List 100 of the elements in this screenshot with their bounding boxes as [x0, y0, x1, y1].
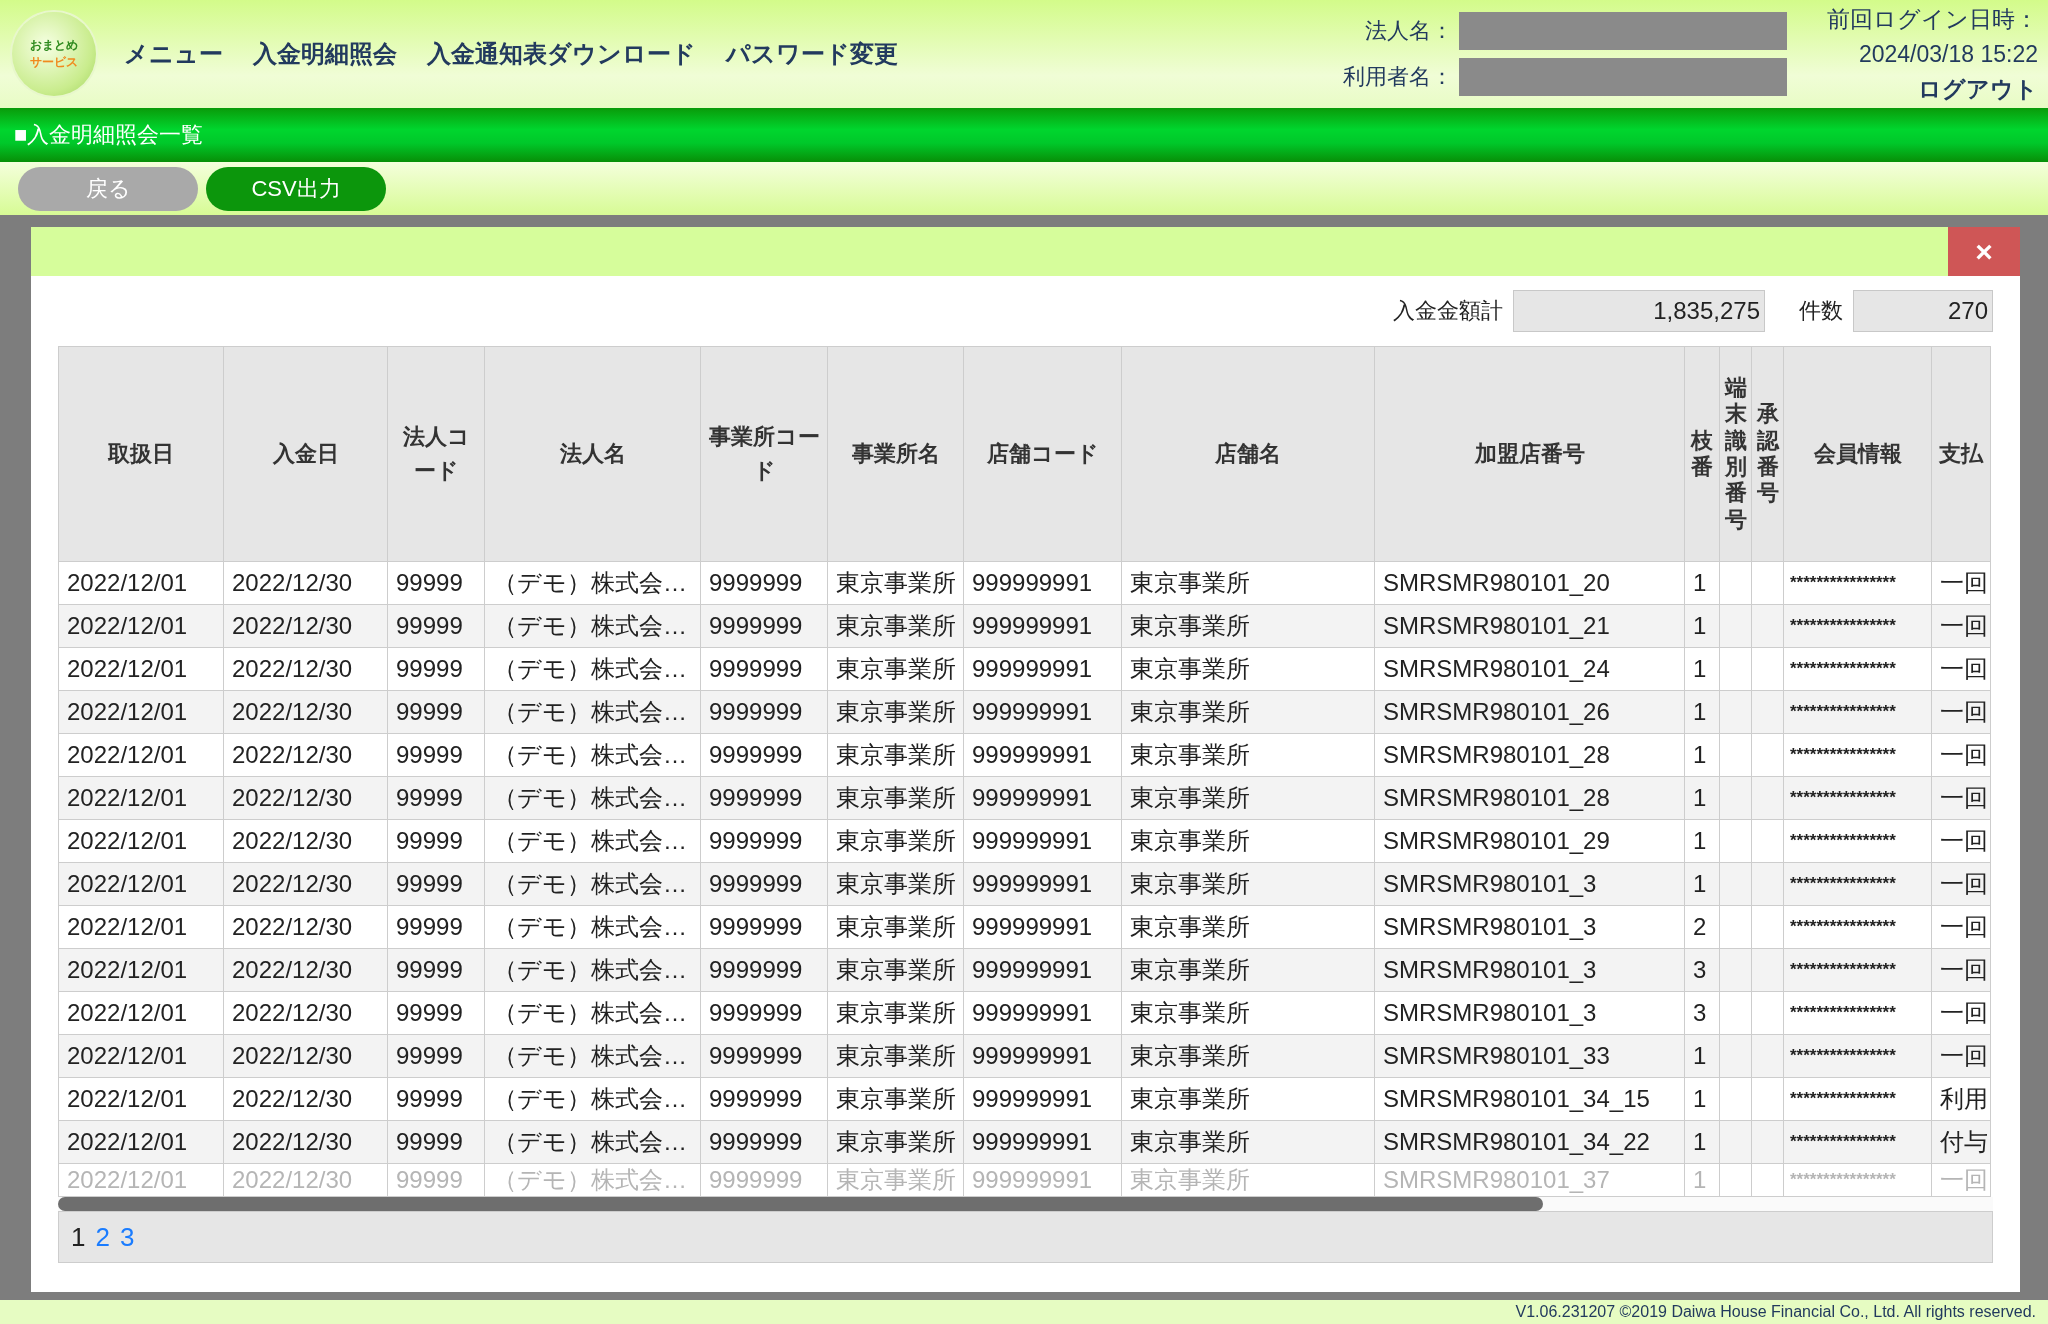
table-cell: 2022/12/30: [223, 948, 388, 992]
copyright-text: V1.06.231207 ©2019 Daiwa House Financial Co., Ltd. All rights reserved.: [1515, 1303, 2036, 1321]
table-cell: 999999991: [963, 905, 1122, 949]
table-cell: 9999999: [700, 1077, 828, 1121]
table-cell: 一回: [1931, 948, 1991, 992]
table-cell: 999999991: [963, 690, 1122, 734]
table-cell: 1: [1684, 1120, 1720, 1164]
table-cell: 9999999: [700, 690, 828, 734]
table-cell: ****************: [1783, 905, 1932, 949]
table-cell: 東京事業所: [1121, 1163, 1375, 1197]
logo[interactable]: おまとめ サービス: [12, 12, 96, 96]
table-cell: 2022/12/01: [58, 690, 224, 734]
table-cell: 1: [1684, 776, 1720, 820]
table-cell: 9999999: [700, 604, 828, 648]
table-cell: ****************: [1783, 690, 1932, 734]
table-cell: （デモ）株式会…: [484, 1077, 701, 1121]
table-cell: （デモ）株式会…: [484, 776, 701, 820]
table-cell: 一回: [1931, 862, 1991, 906]
column-header: 事業所コード: [700, 346, 828, 562]
table-cell: 2022/12/01: [58, 1163, 224, 1197]
table-cell: SMRSMR980101_24: [1374, 647, 1685, 691]
table-cell: 東京事業所: [1121, 991, 1375, 1035]
table-cell: 999999991: [963, 776, 1122, 820]
table-cell: 99999: [387, 819, 485, 863]
table-cell: （デモ）株式会…: [484, 1120, 701, 1164]
close-button[interactable]: ×: [1948, 227, 2020, 276]
table-cell: 9999999: [700, 561, 828, 605]
nav-link[interactable]: 入金通知表ダウンロード: [427, 38, 696, 70]
logout-link[interactable]: ログアウト: [1918, 73, 2038, 105]
table-cell: SMRSMR980101_26: [1374, 690, 1685, 734]
table-cell: 東京事業所: [827, 862, 964, 906]
total-field: 270: [1853, 290, 1993, 332]
scrollbar-thumb[interactable]: [58, 1197, 1543, 1211]
table-cell: 99999: [387, 604, 485, 648]
table-cell: 2022/12/30: [223, 690, 388, 734]
table-cell: 99999: [387, 1034, 485, 1078]
table-cell: 1: [1684, 1077, 1720, 1121]
page-link[interactable]: 1: [71, 1221, 86, 1253]
table-cell: 1: [1684, 561, 1720, 605]
table-cell: 東京事業所: [827, 819, 964, 863]
table-cell: 2022/12/30: [223, 1034, 388, 1078]
table-cell: 一回: [1931, 991, 1991, 1035]
table-cell: 2022/12/30: [223, 1120, 388, 1164]
table-cell: 99999: [387, 862, 485, 906]
nav-link[interactable]: 入金明細照会: [253, 38, 397, 70]
table-cell: 2022/12/01: [58, 647, 224, 691]
table-cell: 9999999: [700, 862, 828, 906]
table-cell: 999999991: [963, 647, 1122, 691]
table-cell: 東京事業所: [827, 776, 964, 820]
table-cell: 一回: [1931, 1034, 1991, 1078]
table-cell: （デモ）株式会…: [484, 1034, 701, 1078]
table-cell: 東京事業所: [827, 561, 964, 605]
nav-link[interactable]: メニュー: [124, 38, 223, 70]
table-cell: 東京事業所: [1121, 1077, 1375, 1121]
table-cell: 999999991: [963, 604, 1122, 648]
table-cell: （デモ）株式会…: [484, 862, 701, 906]
table-cell: 9999999: [700, 1163, 828, 1197]
table-cell: ****************: [1783, 948, 1932, 992]
last-login-label: 前回ログイン日時：: [1827, 4, 2038, 34]
table-cell: 9999999: [700, 905, 828, 949]
table-cell: 1: [1684, 862, 1720, 906]
table-cell: 3: [1684, 991, 1720, 1035]
table-cell: 2022/12/01: [58, 1120, 224, 1164]
table-cell: 東京事業所: [1121, 905, 1375, 949]
table-cell: ****************: [1783, 1077, 1932, 1121]
table-cell: 東京事業所: [827, 647, 964, 691]
table-cell: 999999991: [963, 1120, 1122, 1164]
table-cell: 東京事業所: [827, 948, 964, 992]
table-cell: 9999999: [700, 991, 828, 1035]
table-cell: 2022/12/01: [58, 862, 224, 906]
action-button[interactable]: CSV出力: [206, 166, 386, 211]
table-cell: 東京事業所: [827, 690, 964, 734]
table-cell: 99999: [387, 905, 485, 949]
column-header: 加盟店番号: [1374, 346, 1685, 562]
column-header: 取扱日: [58, 346, 224, 562]
table-cell: 99999: [387, 647, 485, 691]
table-cell: 2022/12/01: [58, 561, 224, 605]
table-cell: SMRSMR980101_3: [1374, 905, 1685, 949]
table-cell: 999999991: [963, 991, 1122, 1035]
table-cell: ****************: [1783, 862, 1932, 906]
table-cell: 99999: [387, 948, 485, 992]
table-cell: 東京事業所: [1121, 561, 1375, 605]
table-cell: SMRSMR980101_3: [1374, 948, 1685, 992]
table-cell: 999999991: [963, 1034, 1122, 1078]
table-cell: 東京事業所: [827, 604, 964, 648]
nav-link[interactable]: パスワード変更: [726, 38, 898, 70]
table-cell: 2022/12/01: [58, 733, 224, 777]
column-header: 会員情報: [1783, 346, 1932, 562]
column-header: 端末識別番号: [1719, 346, 1752, 562]
table-cell: 一回: [1931, 776, 1991, 820]
table-cell: 東京事業所: [1121, 1034, 1375, 1078]
table-cell: SMRSMR980101_20: [1374, 561, 1685, 605]
table-cell: （デモ）株式会…: [484, 991, 701, 1035]
table-cell: 一回: [1931, 819, 1991, 863]
logo-text: おまとめ: [30, 37, 78, 54]
table-cell: 999999991: [963, 561, 1122, 605]
table-cell: 東京事業所: [1121, 690, 1375, 734]
table-cell: 1: [1684, 647, 1720, 691]
table-cell: 東京事業所: [827, 1163, 964, 1197]
table-cell: ****************: [1783, 1120, 1932, 1164]
